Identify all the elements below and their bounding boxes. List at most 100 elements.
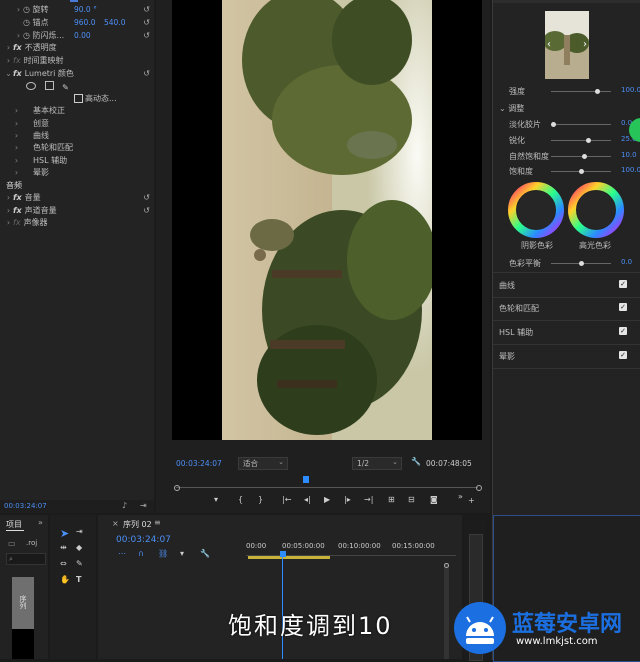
shadow-tint-wheel[interactable] <box>508 182 564 238</box>
anchor-y-value[interactable]: 540.0 <box>104 17 125 29</box>
slider-knob[interactable] <box>579 169 584 174</box>
project-search-input[interactable]: ⌕ <box>6 553 46 565</box>
scrub-bar[interactable] <box>176 487 478 488</box>
more-icon[interactable]: » <box>458 492 463 501</box>
slider-knob[interactable] <box>585 138 591 143</box>
timeline-playhead-head[interactable] <box>280 551 286 557</box>
intensity-slider[interactable] <box>551 89 611 94</box>
selection-tool-icon[interactable]: ➤ <box>60 527 69 540</box>
go-to-in-icon[interactable]: |← <box>282 495 291 504</box>
effect-row-lumetri[interactable]: ⌄fx Lumetri 颜色 ↺ <box>4 68 154 80</box>
playhead-marker[interactable] <box>303 476 309 483</box>
mark-out-icon[interactable]: } <box>258 495 263 504</box>
step-back-icon[interactable]: ◂| <box>304 495 311 504</box>
slip-icon[interactable]: ⇔ <box>60 559 67 568</box>
slider-value[interactable]: 100.0 <box>621 166 640 174</box>
hand-icon[interactable]: ✋ <box>60 575 70 584</box>
adjust-slider[interactable] <box>551 138 611 143</box>
slider-knob[interactable] <box>579 261 584 266</box>
effect-row-rotation[interactable]: › ◷ 旋转 90.0 ° ↺ <box>14 4 154 16</box>
section-curves[interactable]: › 曲线 <box>12 130 49 142</box>
slider-knob[interactable] <box>551 122 556 127</box>
resolution-dropdown[interactable]: 1/2 ⌄ <box>352 457 402 470</box>
export-icon[interactable]: ⇥ <box>140 501 147 510</box>
intensity-value[interactable]: 100.0 <box>621 86 640 94</box>
section-hsl-header[interactable]: HSL 辅助 ✓ <box>493 320 640 345</box>
insert-icon[interactable]: ⊞ <box>388 495 395 504</box>
reset-icon[interactable]: ↺ <box>143 205 150 217</box>
bin-thumbnail[interactable]: 序列 <box>12 577 34 629</box>
scrub-start-handle[interactable] <box>174 485 180 491</box>
wrench-icon[interactable]: 🔧 <box>411 457 421 466</box>
section-enable-checkbox[interactable]: ✓ <box>619 351 627 359</box>
chevron-left-icon[interactable]: ‹ <box>547 39 551 50</box>
tint-balance-slider[interactable] <box>551 261 611 266</box>
timeline-timecode[interactable]: 00:03:24:07 <box>116 535 171 545</box>
scrub-end-handle[interactable] <box>476 485 482 491</box>
go-to-out-icon[interactable]: →| <box>364 495 373 504</box>
hdr-checkbox[interactable] <box>74 94 83 103</box>
linked-select-icon[interactable]: ⛓ <box>158 549 168 558</box>
fit-dropdown[interactable]: 适合 ⌄ <box>238 457 288 470</box>
anchor-x-value[interactable]: 960.0 <box>74 17 95 29</box>
tint-balance-value[interactable]: 0.0 <box>621 258 632 266</box>
effect-row-anchor[interactable]: ◷ 锚点 960.0 540.0 ↺ <box>14 17 154 29</box>
effect-row-channel-volume[interactable]: › fx 声道音量 ↺ <box>4 205 154 217</box>
section-enable-checkbox[interactable]: ✓ <box>619 303 627 311</box>
chevron-right-icon[interactable]: › <box>583 39 587 50</box>
hdr-checkbox-row[interactable]: 高动态... <box>74 93 117 105</box>
nest-icon[interactable]: ⋯ <box>118 549 126 558</box>
track-select-icon[interactable]: ⇥ <box>76 527 83 536</box>
timeline-tab[interactable]: 序列 02 <box>123 519 152 530</box>
rectangle-mask-icon[interactable] <box>44 81 54 90</box>
section-creative[interactable]: › 创意 <box>12 118 49 130</box>
reset-icon[interactable]: ↺ <box>143 17 150 29</box>
effect-row-panner[interactable]: › fx 声像器 <box>4 217 154 229</box>
look-preview[interactable]: ‹ › <box>543 10 590 80</box>
section-basic[interactable]: › 基本校正 <box>12 105 65 117</box>
effect-row-volume[interactable]: › fx 音量 ↺ <box>4 192 154 204</box>
step-forward-icon[interactable]: |▸ <box>344 495 351 504</box>
close-icon[interactable]: × <box>112 519 119 528</box>
snap-icon[interactable]: ∩ <box>138 549 144 558</box>
menu-icon[interactable]: ≡ <box>154 518 161 527</box>
adjust-slider[interactable] <box>551 154 611 159</box>
section-color-wheels[interactable]: › 色轮和匹配 <box>12 142 73 154</box>
section-color-wheels-header[interactable]: 色轮和匹配 ✓ <box>493 296 640 321</box>
ellipse-mask-icon[interactable] <box>26 82 36 90</box>
camera-icon[interactable]: ◙ <box>430 495 438 504</box>
section-hsl[interactable]: › HSL 辅助 <box>12 155 67 167</box>
project-tab[interactable]: 项目 <box>6 519 22 530</box>
play-icon[interactable]: ▶ <box>324 495 330 504</box>
type-tool-icon[interactable]: T <box>76 575 81 584</box>
reset-icon[interactable]: ↺ <box>143 30 150 42</box>
marker-icon[interactable]: ▾ <box>214 495 218 504</box>
highlight-tint-wheel[interactable] <box>568 182 624 238</box>
rotation-value[interactable]: 90.0 ° <box>74 4 97 16</box>
reset-icon[interactable]: ↺ <box>143 192 150 204</box>
slider-value[interactable]: 10.0 <box>621 151 637 159</box>
reset-icon[interactable]: ↺ <box>143 68 150 80</box>
more-icon[interactable]: » <box>38 518 43 527</box>
monitor-timecode[interactable]: 00:03:24:07 <box>176 459 222 468</box>
work-area-bar[interactable] <box>248 556 330 559</box>
pen-tool-icon[interactable]: ✎ <box>76 559 83 568</box>
adjust-slider[interactable] <box>551 169 611 174</box>
effect-row-opacity[interactable]: › fx 不透明度 <box>4 42 154 54</box>
effect-controls-timecode[interactable]: 00:03:24:07 <box>4 502 47 510</box>
slider-knob[interactable] <box>595 89 600 94</box>
effect-row-time-remap[interactable]: › fx 时间重映射 <box>4 55 154 67</box>
pen-icon[interactable]: ✎ <box>62 83 69 92</box>
adjust-header[interactable]: ⌄ 调整 <box>499 103 524 114</box>
reset-icon[interactable]: ↺ <box>143 4 150 16</box>
filter-icon[interactable]: ♪ <box>122 501 127 510</box>
add-icon[interactable]: + <box>468 496 475 505</box>
razor-icon[interactable]: ◆ <box>76 543 82 552</box>
section-enable-checkbox[interactable]: ✓ <box>619 280 627 288</box>
section-vignette[interactable]: › 晕影 <box>12 167 49 179</box>
time-ruler[interactable]: 00:00 00:05:00:00 00:10:00:00 00:15:00:0… <box>246 542 456 552</box>
adjust-slider[interactable] <box>551 122 611 127</box>
section-enable-checkbox[interactable]: ✓ <box>619 327 627 335</box>
wrench-icon[interactable]: 🔧 <box>200 549 210 558</box>
slider-knob[interactable] <box>582 154 588 159</box>
